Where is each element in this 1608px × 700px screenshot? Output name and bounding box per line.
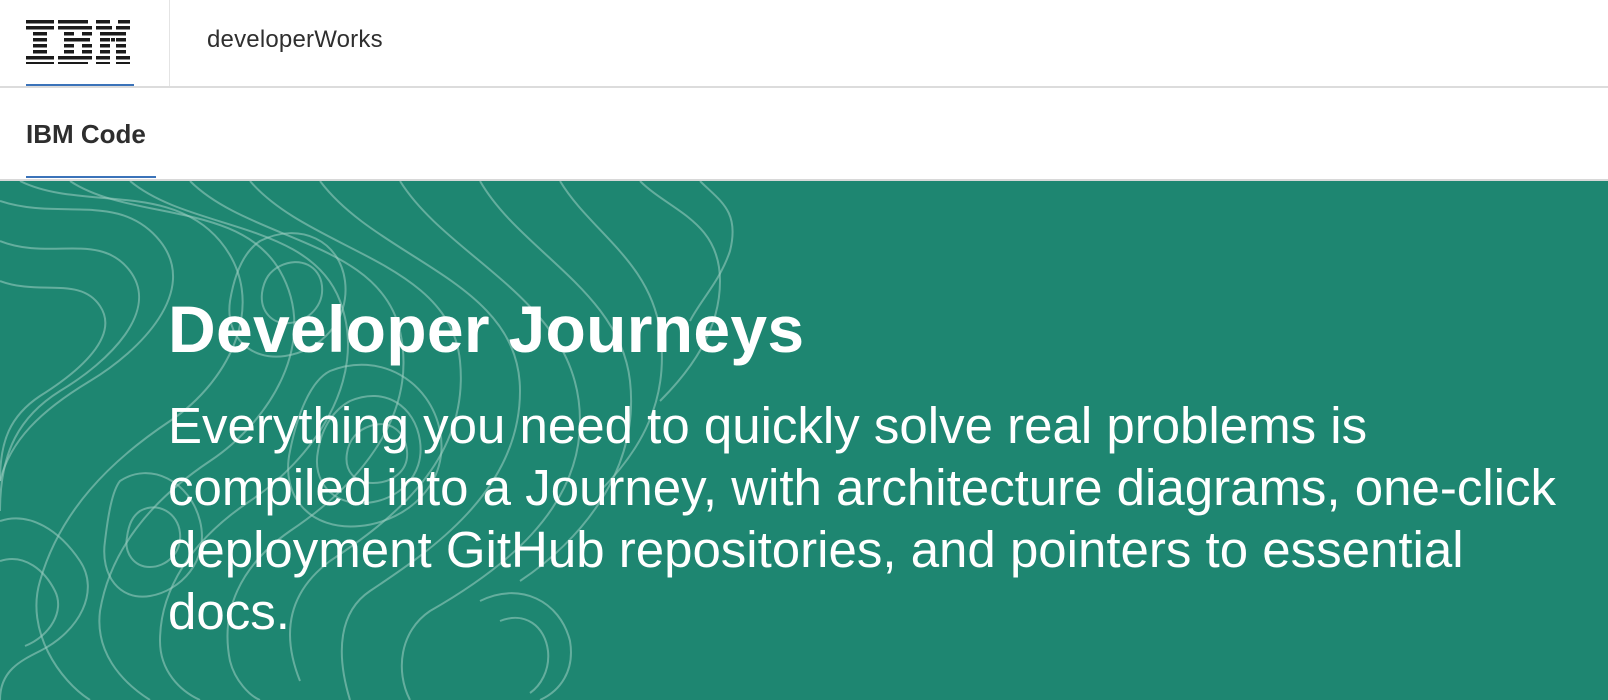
hero-banner: Developer Journeys Everything you need t…: [0, 181, 1608, 700]
sub-navigation: IBM Code: [0, 88, 1608, 181]
site-title-link[interactable]: IBM Code: [26, 119, 146, 150]
site-title-active-indicator: [26, 176, 156, 178]
ibm-logo-icon: [26, 20, 130, 64]
product-name-link[interactable]: developerWorks: [207, 26, 383, 54]
hero-title: Developer Journeys: [168, 292, 805, 366]
hero-description: Everything you need to quickly solve rea…: [168, 397, 1557, 640]
ibm-logo-link[interactable]: [0, 0, 170, 86]
top-header: developerWorks: [0, 0, 1608, 88]
logo-active-indicator: [26, 84, 134, 86]
